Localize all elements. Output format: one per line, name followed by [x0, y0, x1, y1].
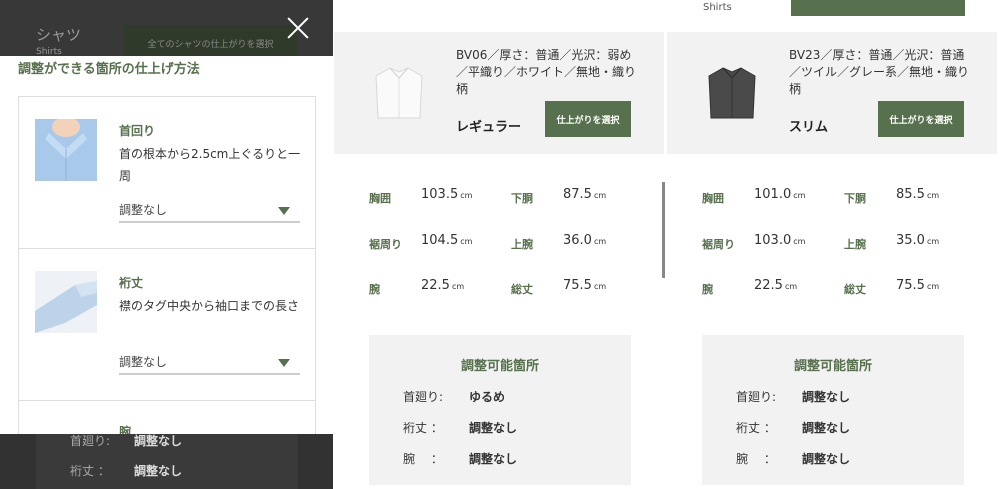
adj-row-neck: 首廻り: 調整なし [736, 390, 851, 404]
length-value: 75.5 cm [563, 278, 607, 293]
scroll-divider[interactable] [662, 182, 665, 278]
product-card-1: BV06／厚さ：普通／光沢：弱め／平織り／ホワイト／無地・織り柄 レギュラー 仕… [334, 32, 664, 154]
adjustable-title: 調整可能箇所 [460, 359, 539, 374]
adjustable-title: 調整可能箇所 [793, 359, 872, 374]
sleeve-value: 22.5 cm [754, 278, 798, 293]
adjustable-parts-box-2: 調整可能箇所 首廻り: 調整なし 裄丈 ：調整なし 腕 ：調整なし [702, 335, 964, 485]
measurements-1: 胸囲 103.5 cm 下胴 87.5 cm 裾周り 104.5 cm 上腕 36.0… [369, 186, 629, 296]
adjustment-modal: 調整ができる箇所の仕上げ方法 首回り 首の根本から2.5cm上ぐるりと一周 調整… [0, 56, 333, 434]
hem-round-label: 裾周り [369, 238, 402, 251]
chevron-down-icon [278, 207, 290, 215]
dim-row-yuki: 裄丈 ：調整なし [70, 464, 183, 478]
upper-arm-value: 35.0 cm [896, 233, 940, 248]
list-item-yuki: 裄丈 襟のタグ中央から袖口までの長さ 調整なし [19, 249, 315, 401]
category-title: シャツ [36, 26, 82, 44]
adjustable-parts-box-1: 調整可能箇所 首廻り: ゆるめ 裄丈 ：調整なし 腕 ：調整なし [369, 335, 631, 485]
select-finish-button[interactable]: 仕上がりを選択 [878, 101, 964, 137]
product-description: BV06／厚さ：普通／光沢：弱め／平織り／ホワイト／無地・織り柄 [456, 48, 637, 96]
hem-value: 87.5 cm [563, 187, 607, 202]
adj-row-yuki: 裄丈 ：調整なし [403, 421, 518, 435]
neck-adjust-select[interactable]: 調整なし [119, 201, 300, 223]
select-finish-button[interactable]: 仕上がりを選択 [545, 101, 631, 137]
adj-row-neck: 首廻り: ゆるめ [403, 390, 506, 404]
hem-label: 下胴 [511, 192, 533, 205]
gray-shirt-image [708, 67, 756, 119]
chest-label: 胸囲 [702, 192, 724, 205]
top-select-all-button[interactable] [791, 0, 965, 16]
sleeve-value: 22.5 cm [421, 278, 465, 293]
sleeve-label: 腕 [369, 283, 380, 296]
item-name: 裄丈 [119, 276, 144, 290]
chest-label: 胸囲 [369, 192, 391, 205]
adj-row-arm: 腕 ：調整なし [736, 452, 851, 466]
product-card-2: BV23／厚さ：普通／光沢：普通／ツイル／グレー系／無地・織り柄 スリム 仕上が… [667, 32, 997, 154]
modal-title: 調整ができる箇所の仕上げ方法 [18, 62, 200, 77]
adj-row-yuki: 裄丈 ：調整なし [736, 421, 851, 435]
item-note: 襟のタグ中央から袖口までの長さ [119, 299, 300, 313]
hem-label: 下胴 [844, 192, 866, 205]
yuki-adjust-select[interactable]: 調整なし [119, 353, 300, 375]
upper-arm-value: 36.0 cm [563, 233, 607, 248]
white-shirt-image [375, 67, 423, 119]
product-compare-page: Shirts BV06／厚さ：普通／光沢：弱め／平織り／ホワイト／無地・織り柄 … [0, 0, 1000, 489]
item-name: 首回り [119, 124, 156, 138]
adjustment-list: 首回り 首の根本から2.5cm上ぐるりと一周 調整なし 裄丈 襟のタグ中央から袖… [18, 96, 316, 434]
dimmed-adjustment-summary: 首廻り: 調整なし 裄丈 ：調整なし [0, 434, 333, 489]
length-value: 75.5 cm [896, 278, 940, 293]
dim-row-neck: 首廻り: 調整なし [70, 434, 183, 448]
chest-value: 103.5 cm [421, 187, 473, 202]
adj-row-arm: 腕 ：調整なし [403, 452, 518, 466]
item-note: 首の根本から2.5cm上ぐるりと一周 [119, 147, 301, 183]
fit-label: スリム [789, 120, 829, 135]
upper-arm-label: 上腕 [511, 238, 533, 251]
chevron-down-icon [278, 359, 290, 367]
measurements-2: 胸囲 101.0 cm 下胴 85.5 cm 裾周り 103.0 cm 上腕 35.0… [702, 186, 962, 296]
hem-round-value: 103.0 cm [754, 233, 806, 248]
list-item-arm: 腕 [19, 401, 315, 434]
fit-label: レギュラー [456, 120, 522, 135]
length-label: 総丈 [844, 283, 866, 296]
collar-image [35, 119, 97, 181]
hem-value: 85.5 cm [896, 187, 940, 202]
sleeve-cuff-image [35, 271, 97, 333]
chest-value: 101.0 cm [754, 187, 806, 202]
top-subtitle: Shirts [703, 2, 732, 13]
sleeve-label: 腕 [702, 283, 713, 296]
length-label: 総丈 [511, 283, 533, 296]
list-item-neck: 首回り 首の根本から2.5cm上ぐるりと一周 調整なし [19, 97, 315, 249]
product-description: BV23／厚さ：普通／光沢：普通／ツイル／グレー系／無地・織り柄 [789, 48, 970, 96]
hem-round-value: 104.5 cm [421, 233, 473, 248]
close-icon[interactable] [286, 16, 310, 40]
upper-arm-label: 上腕 [844, 238, 866, 251]
hem-round-label: 裾周り [702, 238, 735, 251]
